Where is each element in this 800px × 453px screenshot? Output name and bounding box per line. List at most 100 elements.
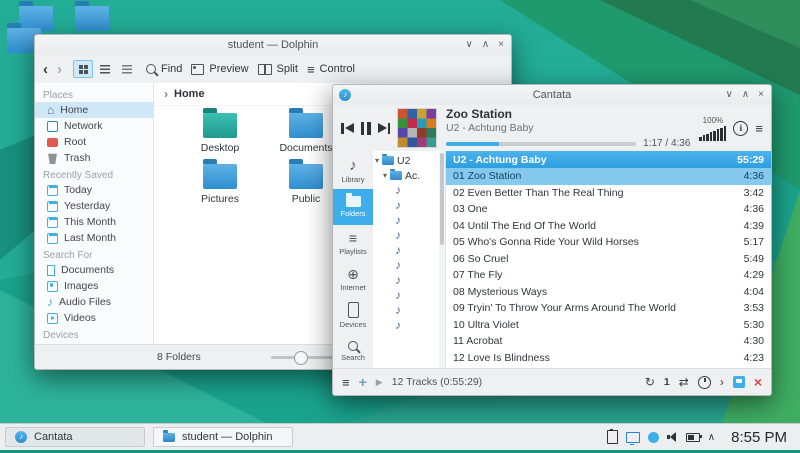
track-row[interactable]: 04 Until The End Of The World 4:39: [446, 218, 771, 235]
timer-icon[interactable]: [698, 376, 711, 389]
tree-track-file[interactable]: ♪: [373, 183, 445, 198]
display-icon[interactable]: [626, 432, 640, 443]
sidebar-item-images[interactable]: Images: [35, 278, 153, 294]
track-duration: 3:53: [744, 302, 764, 314]
album-header-row[interactable]: U2 - Achtung Baby 55:29: [446, 151, 771, 168]
track-row[interactable]: 01 Zoo Station 4:36: [446, 168, 771, 185]
tree-track-file[interactable]: ♪: [373, 213, 445, 228]
icons-view-button[interactable]: [73, 60, 93, 78]
tab-folders[interactable]: Folders: [333, 189, 373, 225]
track-row[interactable]: 09 Tryin' To Throw Your Arms Around The …: [446, 300, 771, 317]
tree-track-file[interactable]: ♪: [373, 318, 445, 333]
sidebar-item-trash[interactable]: Trash: [35, 150, 153, 166]
next-track-button[interactable]: [378, 123, 391, 134]
track-row[interactable]: 07 The Fly 4:29: [446, 267, 771, 284]
sidebar-item-videos[interactable]: Videos: [35, 310, 153, 326]
tree-track-file[interactable]: ♪: [373, 258, 445, 273]
maximize-icon[interactable]: ∧: [742, 90, 749, 100]
close-icon[interactable]: ×: [498, 40, 504, 50]
clipboard-icon[interactable]: [607, 430, 618, 444]
expander-icon[interactable]: ▾: [375, 156, 379, 165]
sidebar-item-yesterday[interactable]: Yesterday: [35, 198, 153, 214]
track-row[interactable]: 11 Acrobat 4:30: [446, 333, 771, 350]
control-button[interactable]: ≡ Control: [307, 63, 355, 76]
split-button[interactable]: Split: [258, 63, 298, 75]
network-icon[interactable]: [648, 432, 659, 443]
sidebar-item-home[interactable]: ⌂ Home: [35, 102, 153, 118]
tab-search[interactable]: Search: [333, 333, 373, 369]
shuffle-icon[interactable]: ⇄: [679, 376, 689, 388]
tab-library[interactable]: ♪ Library: [333, 153, 373, 189]
track-row[interactable]: 03 One 4:36: [446, 201, 771, 218]
find-button[interactable]: Find: [146, 63, 182, 75]
expand-icon[interactable]: ›: [720, 376, 724, 388]
tree-track-file[interactable]: ♪: [373, 273, 445, 288]
taskbar-task-dolphin[interactable]: student — Dolphin: [153, 427, 293, 447]
volume-control[interactable]: 100%: [699, 116, 726, 141]
tree-item-achtung[interactable]: ▾ Ac.: [373, 168, 445, 183]
track-row[interactable]: 10 Ultra Violet 5:30: [446, 317, 771, 334]
tree-track-file[interactable]: ♪: [373, 288, 445, 303]
tree-item-u2[interactable]: ▾ U2: [373, 153, 445, 168]
refresh-icon[interactable]: ↻: [645, 376, 655, 388]
sidebar-item-today[interactable]: Today: [35, 182, 153, 198]
track-row[interactable]: 08 Mysterious Ways 4:04: [446, 284, 771, 301]
play-icon[interactable]: ▶: [376, 378, 383, 387]
seek-bar[interactable]: [446, 142, 636, 146]
folder-item-desktop[interactable]: Desktop: [180, 113, 260, 154]
cantata-titlebar[interactable]: ♪ Cantata ∨ ∧ ×: [333, 85, 771, 105]
tab-devices[interactable]: Devices: [333, 297, 373, 333]
cantata-sidebar: ♪ Library Folders ≡ Playlists ⊕ Internet…: [333, 151, 373, 369]
track-row[interactable]: 12 Love Is Blindness 4:23: [446, 350, 771, 367]
sidebar-item-audio-files[interactable]: ♪ Audio Files: [35, 294, 153, 310]
sidebar-item-network[interactable]: Network: [35, 118, 153, 134]
sidebar-item-documents[interactable]: Documents: [35, 262, 153, 278]
tree-track-file[interactable]: ♪: [373, 303, 445, 318]
zoom-slider-handle[interactable]: [294, 351, 308, 365]
tree-track-file[interactable]: ♪: [373, 228, 445, 243]
pause-button[interactable]: [361, 122, 371, 135]
track-row[interactable]: 02 Even Better Than The Real Thing 3:42: [446, 185, 771, 202]
previous-track-button[interactable]: [341, 123, 354, 134]
add-icon[interactable]: +: [359, 375, 367, 389]
clear-queue-icon[interactable]: ×: [754, 375, 762, 389]
chevron-right-icon: ›: [164, 87, 168, 101]
tray-expand-icon[interactable]: ∧: [708, 432, 715, 443]
minimize-icon[interactable]: ∨: [466, 40, 473, 50]
dolphin-titlebar[interactable]: student — Dolphin ∨ ∧ ×: [35, 35, 511, 55]
sidebar-item-this-month[interactable]: This Month: [35, 214, 153, 230]
back-button[interactable]: ‹: [43, 62, 48, 77]
tree-track-file[interactable]: ♪: [373, 243, 445, 258]
tab-playlists[interactable]: ≡ Playlists: [333, 225, 373, 261]
queue-menu-icon[interactable]: ≡: [342, 376, 350, 389]
desktop-icon-folder[interactable]: [70, 6, 114, 31]
preview-button[interactable]: Preview: [191, 63, 248, 75]
track-row[interactable]: 06 So Cruel 5:49: [446, 251, 771, 268]
seek-bar-fill: [446, 142, 499, 146]
track-row[interactable]: 05 Who's Gonna Ride Your Wild Horses 5:1…: [446, 234, 771, 251]
volume-icon[interactable]: [667, 432, 678, 443]
forward-button[interactable]: ›: [57, 62, 62, 77]
tab-internet[interactable]: ⊕ Internet: [333, 261, 373, 297]
battery-icon[interactable]: [686, 433, 700, 442]
minimize-icon[interactable]: ∨: [726, 90, 733, 100]
folder-item-pictures[interactable]: Pictures: [180, 164, 260, 205]
maximize-icon[interactable]: ∧: [482, 40, 489, 50]
track-title: 01 Zoo Station: [453, 170, 521, 182]
close-icon[interactable]: ×: [758, 90, 764, 100]
tree-scrollbar-thumb[interactable]: [440, 153, 444, 245]
taskbar-task-cantata[interactable]: ♪ Cantata: [5, 427, 145, 447]
expander-icon[interactable]: ▾: [383, 171, 387, 180]
details-view-button[interactable]: [117, 60, 137, 78]
clock[interactable]: 8:55 PM: [727, 429, 795, 446]
repeat-one-icon[interactable]: 1: [664, 377, 670, 388]
sidebar-item-root[interactable]: Root: [35, 134, 153, 150]
tree-track-file[interactable]: ♪: [373, 198, 445, 213]
save-playlist-icon[interactable]: [733, 376, 745, 388]
info-icon[interactable]: i: [733, 121, 748, 136]
sidebar-item-last-month[interactable]: Last Month: [35, 230, 153, 246]
menu-icon[interactable]: ≡: [755, 122, 763, 135]
tree-scrollbar[interactable]: [439, 151, 445, 369]
breadcrumb-home[interactable]: Home: [174, 88, 205, 100]
compact-view-button[interactable]: [95, 60, 115, 78]
